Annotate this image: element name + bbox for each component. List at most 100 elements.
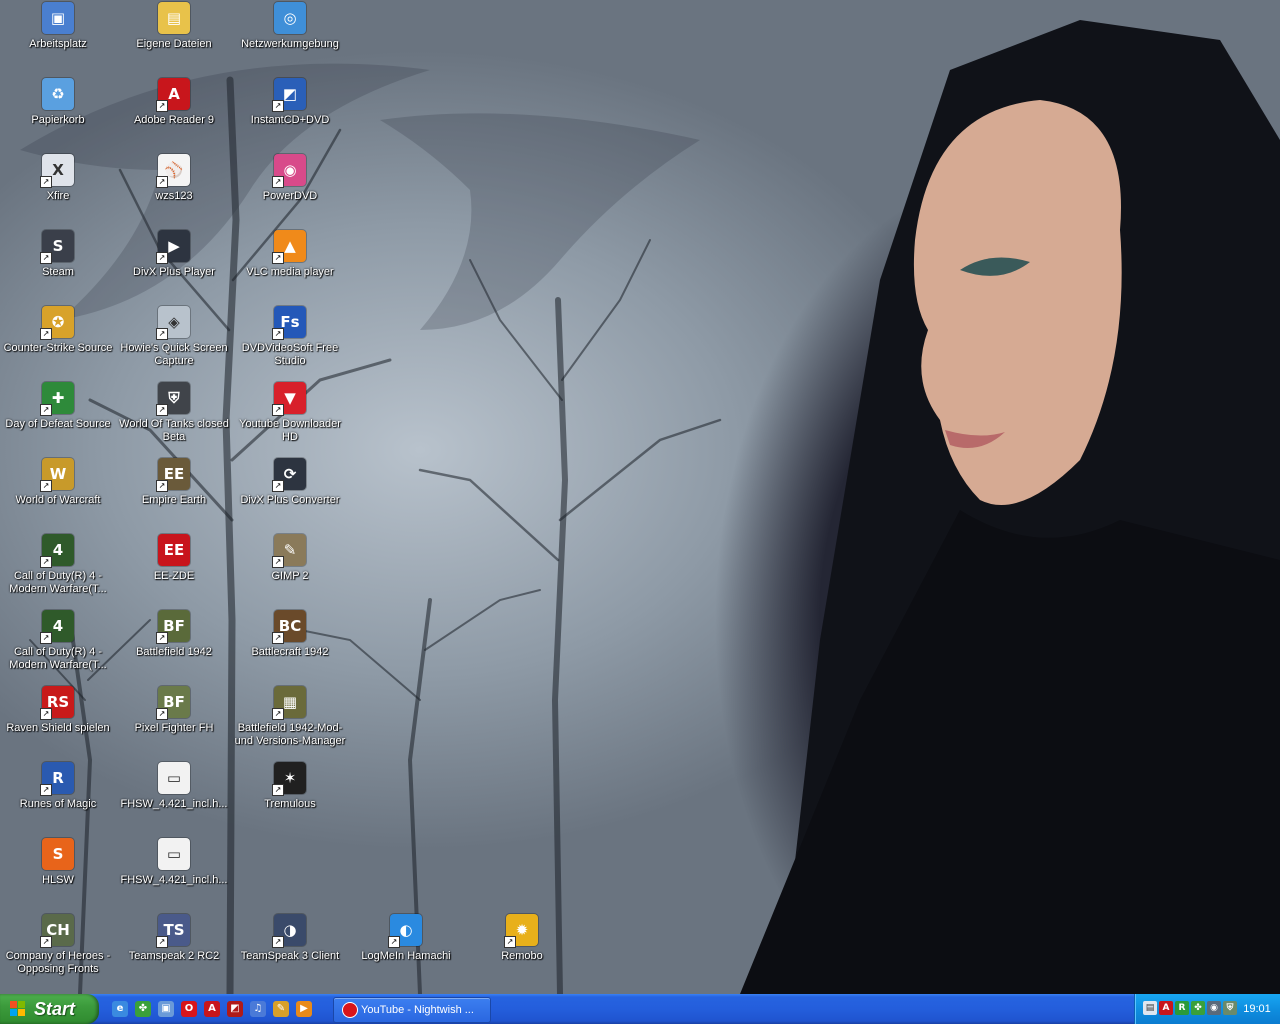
quick-launch-clover-icon[interactable]: ✤	[135, 1001, 151, 1017]
desktop-icon-screen-capture[interactable]: ◈ ↗ Howie's Quick Screen Capture	[116, 306, 232, 368]
taskbar-button-youtube[interactable]: YouTube - Nightwish ...	[333, 997, 491, 1023]
desktop-icon-world-of-tanks[interactable]: ⛨ ↗ World Of Tanks closed Beta	[116, 382, 232, 444]
desktop-icon-label: Battlefield 1942	[136, 646, 212, 658]
desktop-icon-remobo[interactable]: ✹ ↗ Remobo	[464, 914, 580, 963]
quick-launch-instantcd-icon[interactable]: ◩	[227, 1001, 243, 1017]
desktop-icon-label: FHSW_4.421_incl.h...	[120, 798, 228, 810]
quick-launch-pencil-icon[interactable]: ✎	[273, 1001, 289, 1017]
desktop-icon-teamspeak2[interactable]: TS ↗ Teamspeak 2 RC2	[116, 914, 232, 963]
clock[interactable]: 19:01	[1239, 994, 1275, 1024]
desktop-icon-battlefield-manager[interactable]: ▦ ↗ Battlefield 1942-Mod- und Versions-Man…	[232, 686, 348, 748]
desktop-icon-instantcd[interactable]: ◩ ↗ InstantCD+DVD	[232, 78, 348, 127]
desktop-icon-baseball[interactable]: ⚾ ↗ wzs123	[116, 154, 232, 203]
desktop-icon-steam[interactable]: S ↗ Steam	[0, 230, 116, 279]
desktop-icon-call-of-duty[interactable]: 4 ↗ Call of Duty(R) 4 - Modern Warfare(T..…	[0, 534, 116, 596]
system-tray: ⛨ ◉ ✤ R A ▤ 19:01	[1134, 994, 1280, 1024]
shortcut-arrow-icon: ↗	[156, 480, 168, 492]
desktop-icon-ee-zde[interactable]: EE EE-ZDE	[116, 534, 232, 583]
shortcut-arrow-icon: ↗	[272, 176, 284, 188]
desktop-icon-adobe-reader[interactable]: A ↗ Adobe Reader 9	[116, 78, 232, 127]
speaker-tray-icon[interactable]: ◉	[1207, 1001, 1221, 1015]
divx-player-icon: ▶ ↗	[156, 230, 190, 264]
computer-icon-glyph: ▣	[50, 9, 66, 27]
shortcut-arrow-icon: ↗	[40, 176, 52, 188]
desktop-icon-folder[interactable]: ▤ Eigene Dateien	[116, 2, 232, 51]
desktop-icon-label: Battlecraft 1942	[251, 646, 329, 658]
desktop-icon-label: LogMeIn Hamachi	[361, 950, 451, 962]
desktop-icon-tremulous[interactable]: ✶ ↗ Tremulous	[232, 762, 348, 811]
r-tray-icon[interactable]: R	[1175, 1001, 1189, 1015]
steam-icon: S ↗	[40, 230, 74, 264]
desktop-icon-world-of-warcraft[interactable]: W ↗ World of Warcraft	[0, 458, 116, 507]
desktop-icon-empire-earth[interactable]: EE ↗ Empire Earth	[116, 458, 232, 507]
security-tray-icon[interactable]: ⛨	[1223, 1001, 1237, 1015]
taskbar: Start e ✤ ▣ O A ◩ ♫ ✎ ▶ YouTube - Nightwish ... …	[0, 994, 1280, 1024]
quick-launch-adobe-icon[interactable]: A	[204, 1001, 220, 1017]
shortcut-arrow-icon: ↗	[272, 708, 284, 720]
desktop-icon-raven-shield[interactable]: RS ↗ Raven Shield spielen	[0, 686, 116, 735]
desktop-icon-label: DVDVideoSoft Free Studio	[241, 342, 339, 367]
desktop-icon-recycle-bin[interactable]: ♻ Papierkorb	[0, 78, 116, 127]
desktop-icon-label: Call of Duty(R) 4 - Modern Warfare(T...	[9, 646, 107, 671]
desktop-icon-divx-player[interactable]: ▶ ↗ DivX Plus Player	[116, 230, 232, 279]
desktop-icon-powerdvd[interactable]: ◉ ↗ PowerDVD	[232, 154, 348, 203]
desktop-icon-day-of-defeat[interactable]: ✚ ↗ Day of Defeat Source	[0, 382, 116, 431]
desktop-icon-pixel-fighter[interactable]: BF ↗ Pixel Fighter FH	[116, 686, 232, 735]
desktop-icon-label: GIMP 2	[271, 570, 309, 582]
desktop-icon-hamachi[interactable]: ◐ ↗ LogMeIn Hamachi	[348, 914, 464, 963]
desktop-icon-computer[interactable]: ▣ Arbeitsplatz	[0, 2, 116, 51]
shortcut-arrow-icon: ↗	[272, 480, 284, 492]
desktop-icon-label: Steam	[42, 266, 74, 278]
desktop-icon-label: Adobe Reader 9	[133, 114, 215, 126]
desktop-icon-gimp[interactable]: ✎ ↗ GIMP 2	[232, 534, 348, 583]
shortcut-arrow-icon: ↗	[388, 936, 400, 948]
desktop-icon-vlc[interactable]: ▲ ↗ VLC media player	[232, 230, 348, 279]
window-file-icon-glyph: ▭	[166, 845, 182, 863]
desktop-icon-divx-converter[interactable]: ⟳ ↗ DivX Plus Converter	[232, 458, 348, 507]
adobe-tray-icon[interactable]: A	[1159, 1001, 1173, 1015]
desktop-icon-label: Counter-Strike Source	[3, 342, 113, 354]
desktop-icon-call-of-duty[interactable]: 4 ↗ Call of Duty(R) 4 - Modern Warfare(T..…	[0, 610, 116, 672]
desktop-icon-teamspeak3[interactable]: ◑ ↗ TeamSpeak 3 Client	[232, 914, 348, 963]
screen-capture-icon: ◈ ↗	[156, 306, 190, 340]
desktop-icon-company-of-heroes[interactable]: CH ↗ Company of Heroes - Opposing Fronts	[0, 914, 116, 976]
desktop-icon-label: Youtube Downloader HD	[239, 418, 341, 443]
shortcut-arrow-icon: ↗	[272, 556, 284, 568]
quick-launch-opera-icon[interactable]: O	[181, 1001, 197, 1017]
folder-icon: ▤	[158, 2, 190, 34]
teamspeak3-icon: ◑ ↗	[272, 914, 306, 948]
desktop-icon-runes-of-magic[interactable]: R ↗ Runes of Magic	[0, 762, 116, 811]
runes-of-magic-icon: R ↗	[40, 762, 74, 796]
desktop-icon-xfire[interactable]: X ↗ Xfire	[0, 154, 116, 203]
desktop-icon-label: VLC media player	[246, 266, 334, 278]
green-tray-icon[interactable]: ✤	[1191, 1001, 1205, 1015]
recycle-bin-icon-glyph: ♻	[51, 85, 65, 103]
quick-launch-media-player-icon[interactable]: ▶	[296, 1001, 312, 1017]
computer-icon: ▣	[42, 2, 74, 34]
baseball-icon: ⚾ ↗	[156, 154, 190, 188]
desktop-icon-battlecraft[interactable]: BC ↗ Battlecraft 1942	[232, 610, 348, 659]
desktop-icon-label: Howie's Quick Screen Capture	[120, 342, 228, 367]
network-icon: ◎	[274, 2, 306, 34]
desktop-icon-window-file[interactable]: ▭ FHSW_4.421_incl.h...	[116, 838, 232, 887]
desktop-icon-dvdvideosoft[interactable]: Fs ↗ DVDVideoSoft Free Studio	[232, 306, 348, 368]
desktop-icon-network[interactable]: ◎ Netzwerkumgebung	[232, 2, 348, 51]
network-tray-icon[interactable]: ▤	[1143, 1001, 1157, 1015]
desktop-icon-label: Tremulous	[264, 798, 316, 810]
desktop-icon-label: Eigene Dateien	[136, 38, 212, 50]
desktop-icon-label: PowerDVD	[262, 190, 318, 202]
shortcut-arrow-icon: ↗	[504, 936, 516, 948]
shortcut-arrow-icon: ↗	[156, 708, 168, 720]
desktop-icon-window-file[interactable]: ▭ FHSW_4.421_incl.h...	[116, 762, 232, 811]
quick-launch-ie-icon[interactable]: e	[112, 1001, 128, 1017]
desktop-icon-label: Papierkorb	[31, 114, 85, 126]
desktop-icon-label: Battlefield 1942-Mod- und Versions-Manag…	[234, 722, 346, 747]
desktop-icon-youtube-downloader[interactable]: ▼ ↗ Youtube Downloader HD	[232, 382, 348, 444]
call-of-duty-icon: 4 ↗	[40, 610, 74, 644]
quick-launch-music-icon[interactable]: ♫	[250, 1001, 266, 1017]
desktop-icon-battlefield[interactable]: BF ↗ Battlefield 1942	[116, 610, 232, 659]
desktop-icon-counter-strike[interactable]: ✪ ↗ Counter-Strike Source	[0, 306, 116, 355]
desktop-icon-hlsw[interactable]: S HLSW	[0, 838, 116, 887]
quick-launch-desktop-icon[interactable]: ▣	[158, 1001, 174, 1017]
start-button[interactable]: Start	[0, 994, 99, 1024]
